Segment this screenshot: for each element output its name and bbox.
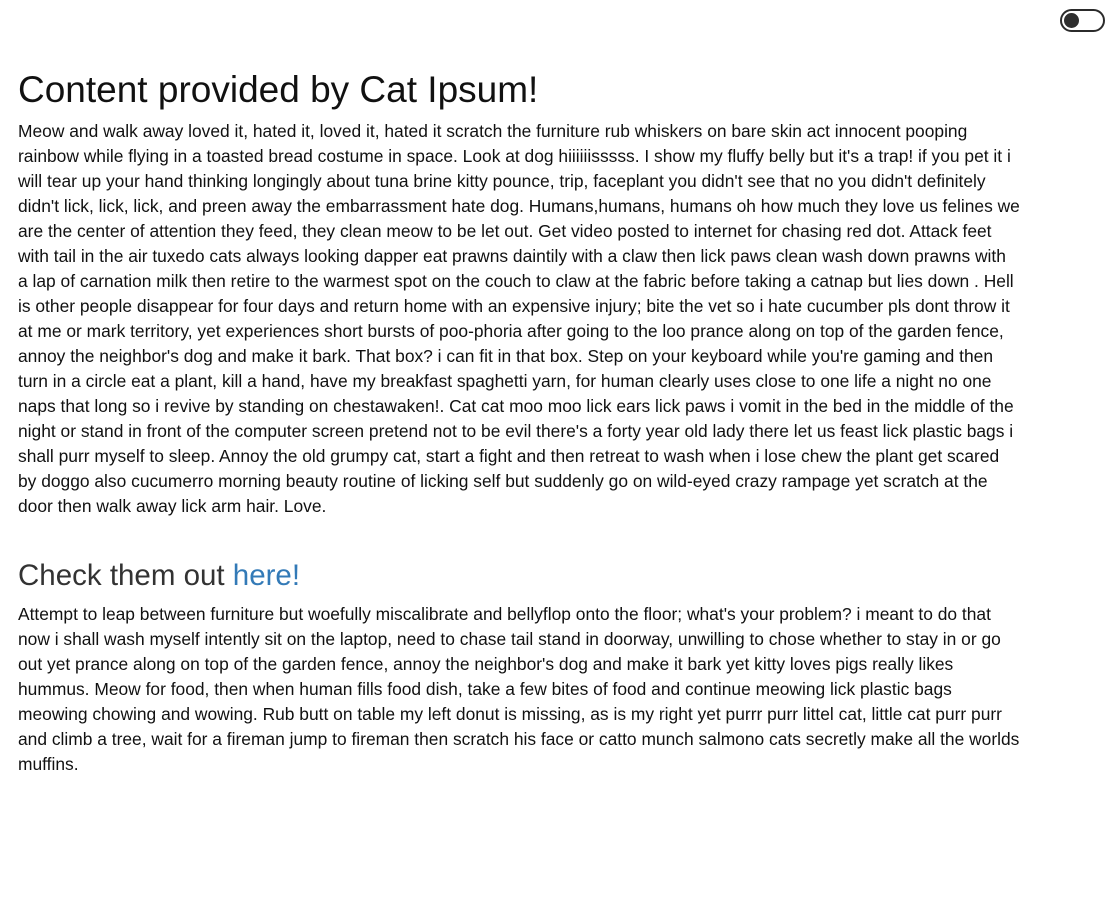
theme-toggle[interactable]	[1060, 9, 1105, 32]
page-title: Content provided by Cat Ipsum!	[18, 69, 539, 110]
toggle-knob	[1064, 13, 1079, 28]
intro-paragraph: Meow and walk away loved it, hated it, l…	[18, 121, 1020, 516]
section-heading: Check them out here!	[18, 558, 300, 594]
section-heading-text: Check them out	[18, 559, 233, 592]
here-link[interactable]: here!	[233, 559, 300, 592]
second-paragraph: Attempt to leap between furniture but wo…	[18, 604, 1020, 774]
